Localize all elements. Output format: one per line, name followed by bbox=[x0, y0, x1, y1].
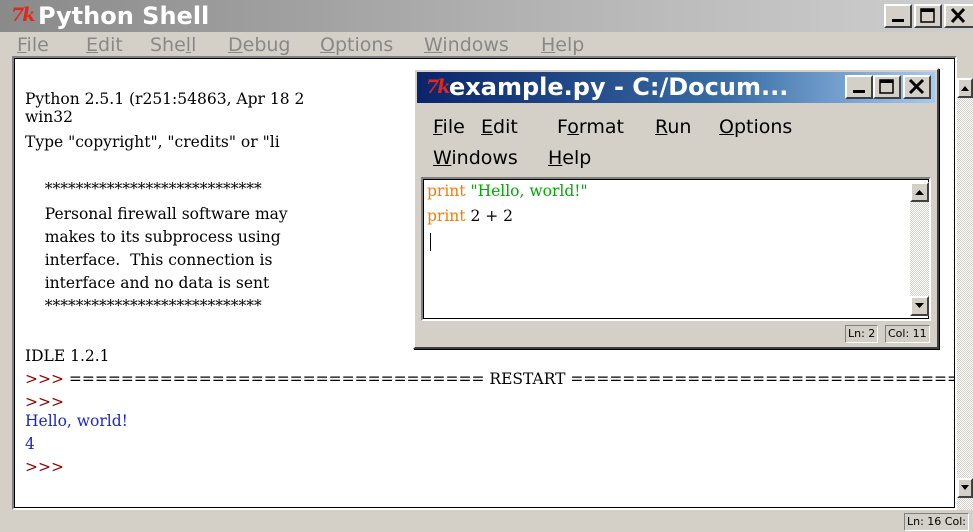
minimize-icon bbox=[853, 90, 865, 93]
close-icon bbox=[908, 78, 925, 95]
scroll-down-button[interactable] bbox=[957, 478, 973, 498]
shell-line: interface. This connection is bbox=[25, 251, 273, 269]
text-cursor bbox=[430, 233, 431, 251]
editor-menu-file[interactable]: File bbox=[433, 116, 465, 138]
shell-line: IDLE 1.2.1 bbox=[25, 347, 110, 365]
menu-edit[interactable]: Edit bbox=[86, 34, 123, 56]
prompt: >>> bbox=[25, 370, 69, 388]
editor-titlebar[interactable]: 7k example.py - C:/Docum... bbox=[417, 72, 935, 103]
editor-minimize-button[interactable] bbox=[845, 75, 873, 99]
maximize-icon bbox=[879, 79, 894, 94]
close-icon bbox=[950, 7, 966, 24]
tk-logo-icon: 7k bbox=[426, 76, 450, 98]
minimize-button[interactable] bbox=[884, 4, 912, 28]
editor-maximize-button[interactable] bbox=[873, 75, 901, 99]
maximize-button[interactable] bbox=[914, 4, 942, 28]
arrow-up-icon bbox=[915, 190, 924, 195]
close-button[interactable] bbox=[944, 4, 973, 28]
menu-help[interactable]: Help bbox=[541, 34, 584, 56]
keyword: print bbox=[427, 207, 466, 225]
shell-line: makes to its subprocess using bbox=[25, 228, 281, 246]
editor-menu-options[interactable]: Options bbox=[719, 116, 792, 138]
shell-line: Type "copyright", "credits" or "li bbox=[25, 133, 280, 151]
editor-menu-format[interactable]: Format bbox=[557, 116, 624, 138]
menu-debug[interactable]: Debug bbox=[228, 34, 291, 56]
shell-vertical-scrollbar[interactable] bbox=[957, 78, 973, 510]
shell-status-position: Ln: 16 Col: bbox=[904, 513, 969, 531]
scroll-up-button[interactable] bbox=[910, 182, 929, 202]
shell-window-title: Python Shell bbox=[38, 2, 210, 30]
string-literal: "Hello, world!" bbox=[465, 182, 588, 200]
shell-titlebar[interactable]: 7k Python Shell bbox=[0, 0, 973, 32]
minimize-icon bbox=[892, 19, 904, 22]
maximize-icon bbox=[920, 8, 935, 23]
scroll-down-button[interactable] bbox=[910, 296, 929, 316]
menu-options[interactable]: Options bbox=[320, 34, 393, 56]
code-line: print 2 + 2 bbox=[427, 205, 513, 227]
shell-menubar: File Edit Shell Debug Options Windows He… bbox=[0, 32, 973, 56]
scroll-up-button[interactable] bbox=[957, 78, 973, 98]
keyword: print bbox=[427, 182, 466, 200]
menu-windows[interactable]: Windows bbox=[424, 34, 509, 56]
output-line: 4 bbox=[25, 435, 35, 453]
code-line: print "Hello, world!" bbox=[427, 180, 588, 202]
arrow-down-icon bbox=[961, 485, 969, 490]
shell-line: interface and no data is sent bbox=[25, 274, 270, 292]
editor-menu-edit[interactable]: Edit bbox=[481, 116, 518, 138]
editor-menu-help[interactable]: Help bbox=[548, 147, 591, 169]
editor-status-column: Col: 11 bbox=[885, 325, 930, 343]
editor-vertical-scrollbar[interactable] bbox=[910, 182, 929, 316]
editor-text-area[interactable]: print "Hello, world!" print 2 + 2 bbox=[421, 177, 931, 321]
editor-status-line: Ln: 2 bbox=[845, 325, 879, 343]
tk-logo-icon: 7k bbox=[11, 4, 35, 26]
menu-shell[interactable]: Shell bbox=[150, 34, 196, 56]
shell-line: **************************** bbox=[25, 297, 262, 315]
editor-window-title: example.py - C:/Docum... bbox=[449, 73, 789, 101]
editor-menu-run[interactable]: Run bbox=[655, 116, 691, 138]
shell-line: Personal firewall software may bbox=[25, 205, 288, 223]
code-text: 2 + 2 bbox=[465, 207, 514, 225]
editor-close-button[interactable] bbox=[903, 75, 931, 99]
editor-menu-windows[interactable]: Windows bbox=[433, 147, 518, 169]
prompt: >>> bbox=[25, 458, 64, 476]
menu-file[interactable]: File bbox=[17, 34, 49, 56]
restart-line: >>> ================================ RES… bbox=[25, 368, 957, 390]
arrow-up-icon bbox=[961, 86, 969, 91]
restart-banner: ================================ RESTART… bbox=[68, 370, 957, 388]
arrow-down-icon bbox=[915, 303, 924, 308]
shell-line: win32 bbox=[25, 108, 73, 126]
editor-window: 7k example.py - C:/Docum... File Edit Fo… bbox=[413, 68, 939, 349]
output-line: Hello, world! bbox=[25, 412, 128, 430]
shell-line: **************************** bbox=[25, 180, 262, 198]
